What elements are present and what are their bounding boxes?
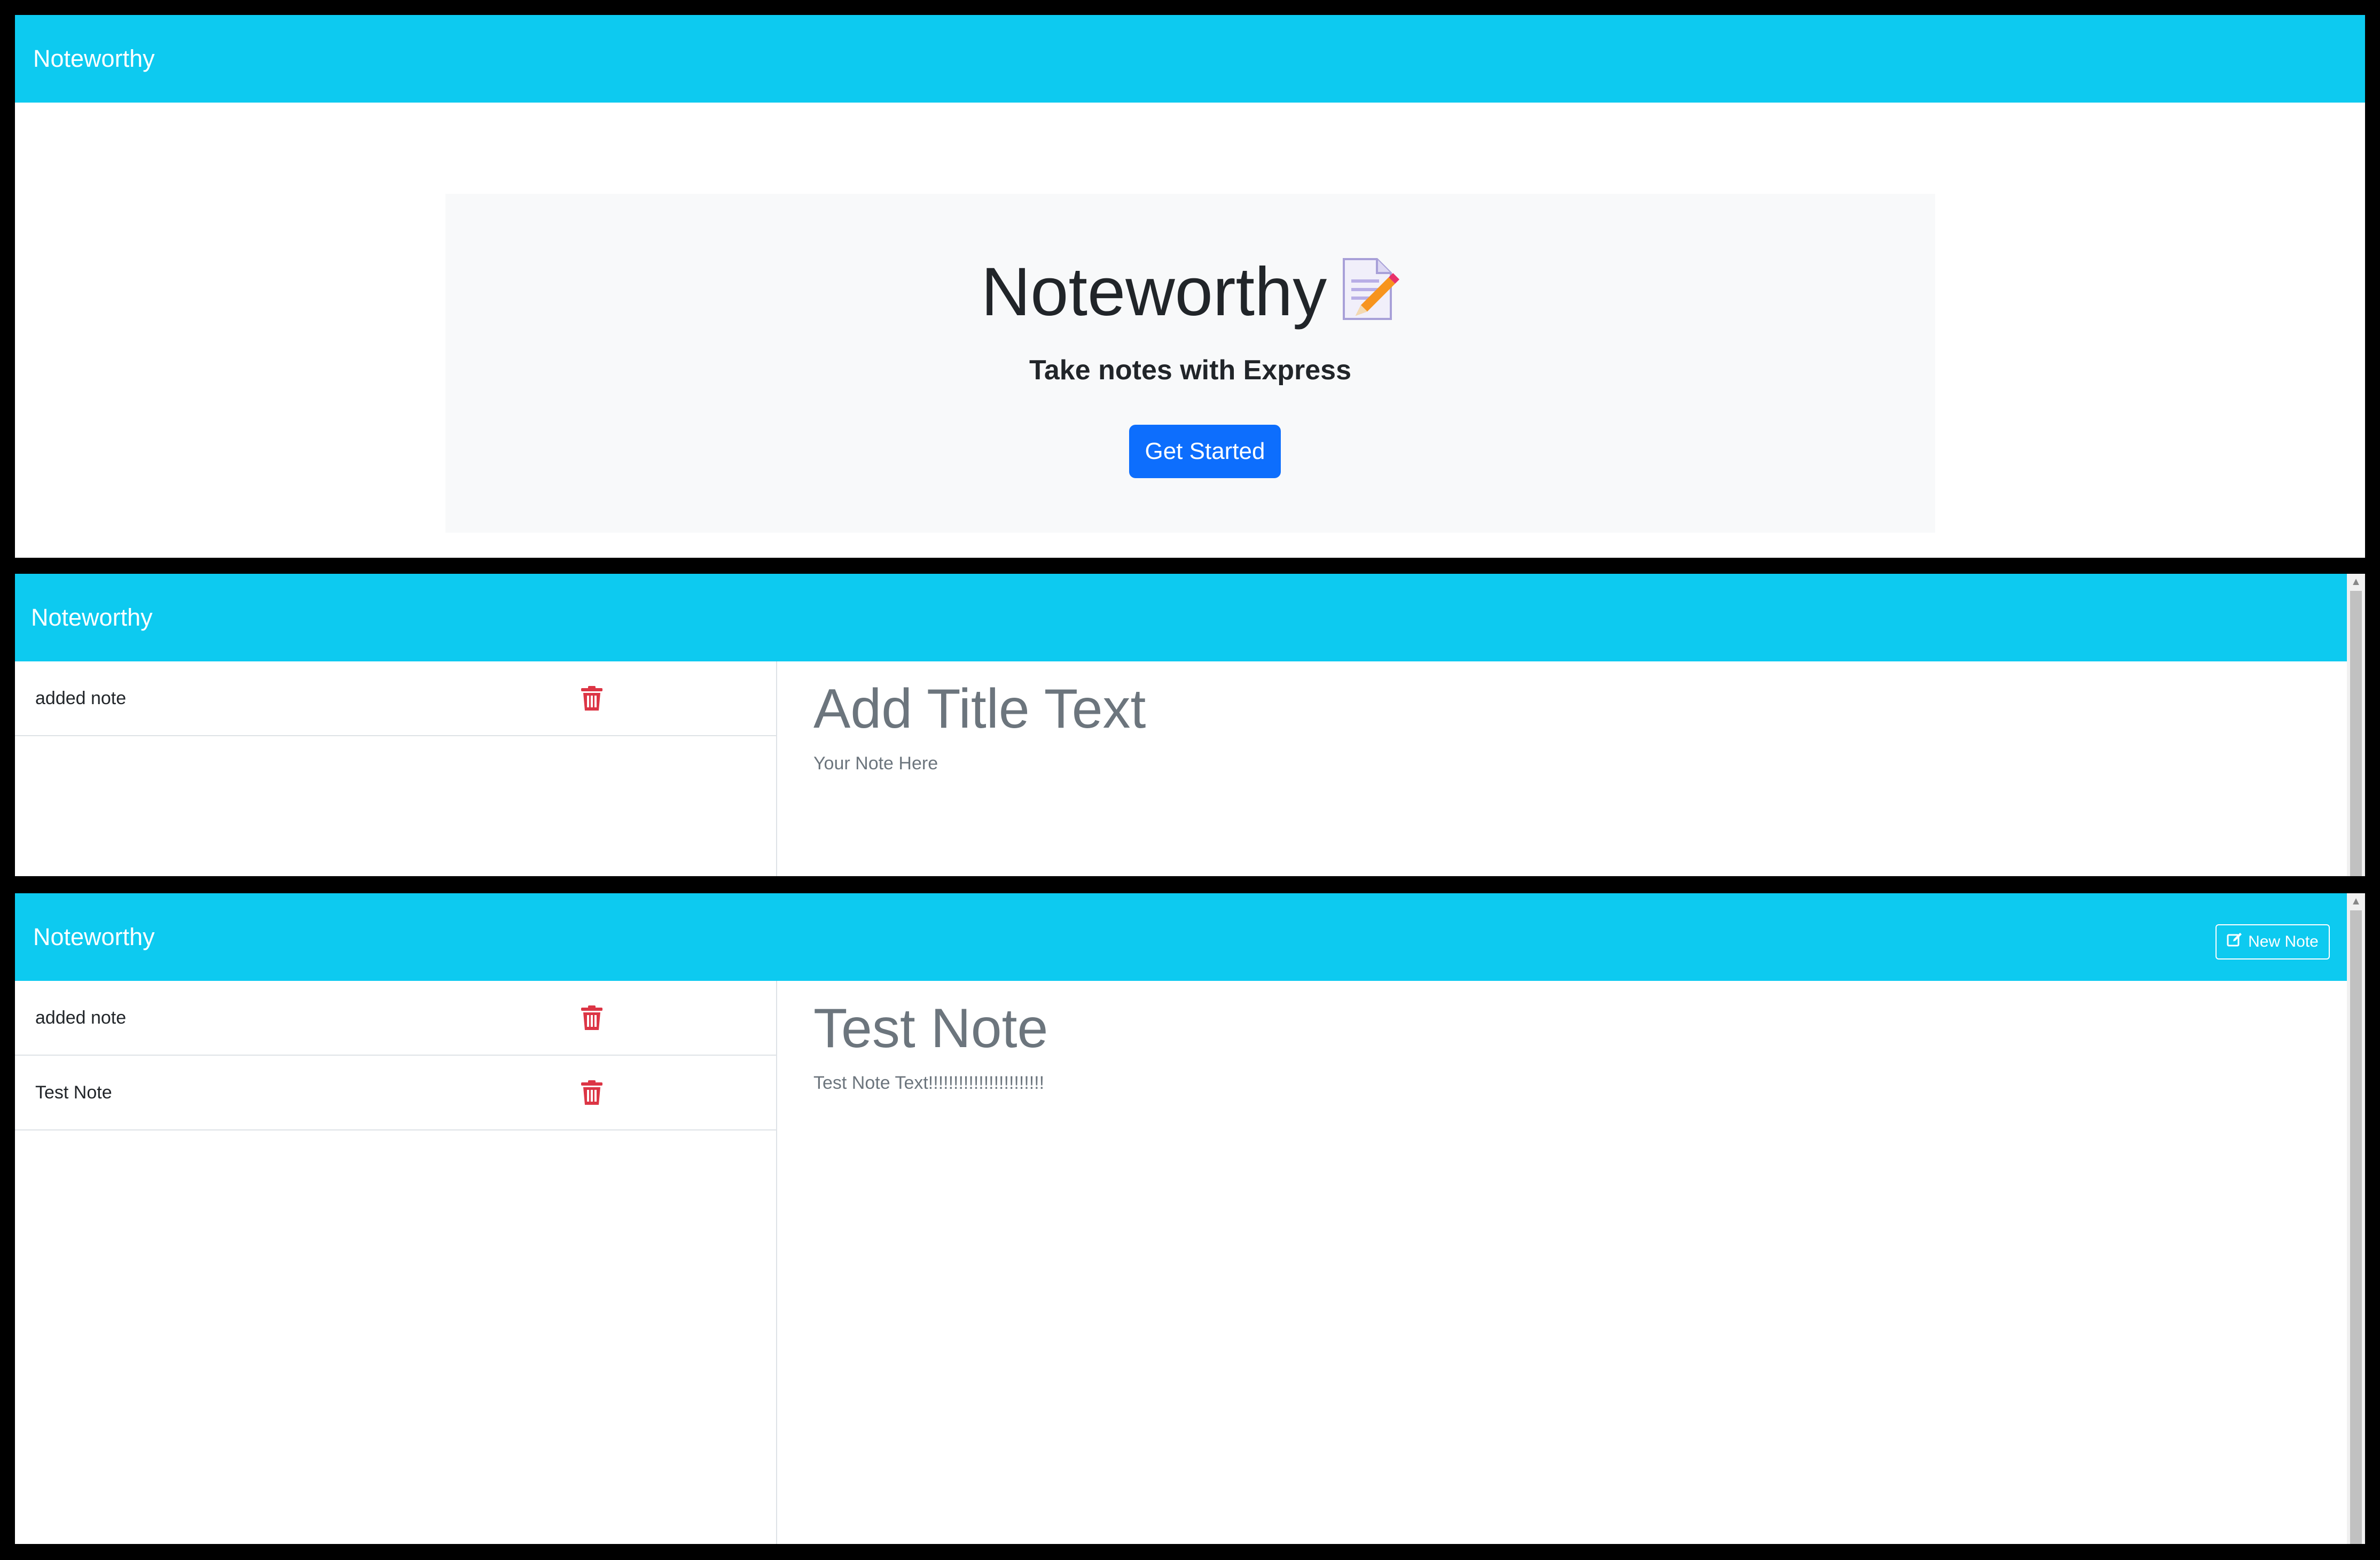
note-body-textarea[interactable] [813, 753, 2149, 860]
hero-jumbotron: Noteworthy Take notes with Express Get S… [445, 194, 1935, 533]
new-note-label: New Note [2248, 933, 2319, 950]
notes-page-empty: Noteworthy added note ▲ [15, 574, 2365, 876]
trash-icon[interactable] [580, 686, 604, 712]
notes-page-active: Noteworthy New Note added note Test Note… [15, 893, 2365, 1544]
navbar-brand[interactable]: Noteworthy [33, 923, 155, 951]
note-list: added note [15, 661, 777, 876]
hero-title-text: Noteworthy [981, 254, 1327, 330]
note-title-input[interactable] [813, 997, 2149, 1060]
note-editor: Test Note Text!!!!!!!!!!!!!!!!!!!!!!! [792, 981, 2347, 1544]
hero-subtitle: Take notes with Express [1029, 355, 1352, 386]
landing-navbar: Noteworthy [15, 15, 2365, 103]
note-list: added note Test Note [15, 981, 777, 1544]
scroll-thumb[interactable] [2350, 910, 2362, 1544]
navbar-brand[interactable]: Noteworthy [31, 604, 153, 631]
trash-icon[interactable] [580, 1080, 604, 1106]
landing-page: Noteworthy Noteworthy Take notes with Ex… [15, 15, 2365, 558]
list-item[interactable]: added note [15, 661, 776, 736]
note-body-textarea[interactable]: Test Note Text!!!!!!!!!!!!!!!!!!!!!!! [813, 1073, 2149, 1180]
note-item-title[interactable]: Test Note [35, 1082, 112, 1103]
scroll-up-icon[interactable]: ▲ [2347, 574, 2365, 590]
note-editor [792, 661, 2347, 876]
notes-navbar: Noteworthy [15, 574, 2347, 661]
notes-navbar: Noteworthy New Note [15, 893, 2347, 981]
list-item[interactable]: added note [15, 981, 776, 1056]
trash-icon[interactable] [580, 1005, 604, 1031]
note-item-title[interactable]: added note [35, 1008, 126, 1028]
scrollbar[interactable]: ▲ [2347, 893, 2365, 1544]
navbar-brand[interactable]: Noteworthy [33, 45, 155, 73]
note-item-title[interactable]: added note [35, 688, 126, 709]
get-started-button[interactable]: Get Started [1129, 425, 1281, 478]
new-note-button[interactable]: New Note [2215, 924, 2330, 960]
edit-icon [2227, 932, 2243, 952]
memo-icon [1340, 256, 1400, 338]
scrollbar[interactable]: ▲ [2347, 574, 2365, 876]
scroll-thumb[interactable] [2350, 591, 2362, 876]
list-item[interactable]: Test Note [15, 1056, 776, 1130]
hero-title: Noteworthy [445, 253, 1935, 338]
note-title-input[interactable] [813, 677, 2149, 741]
scroll-up-icon[interactable]: ▲ [2347, 893, 2365, 909]
